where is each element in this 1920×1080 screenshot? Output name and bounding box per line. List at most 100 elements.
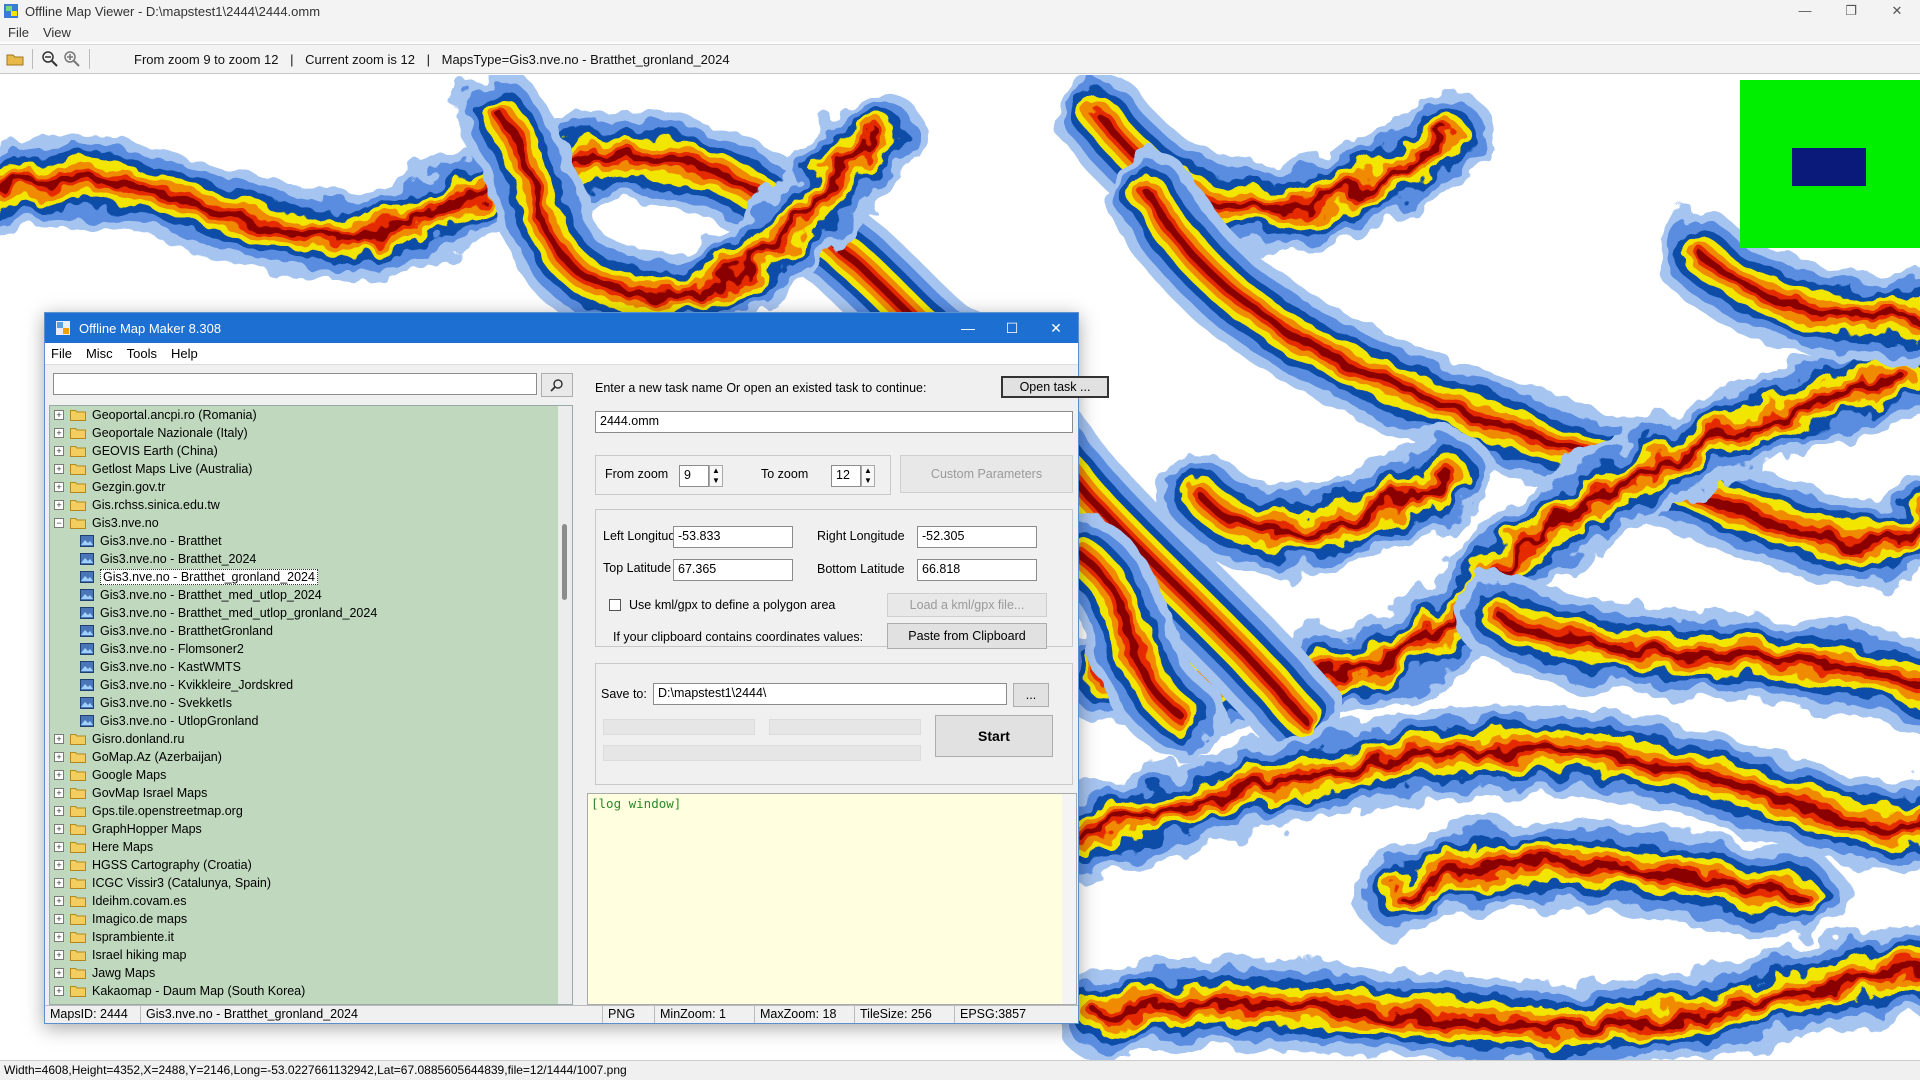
load-kml-button[interactable]: Load a kml/gpx file... bbox=[887, 593, 1047, 617]
tree-item-label: Gis.rchss.sinica.edu.tw bbox=[92, 498, 220, 512]
tree-map-item[interactable]: Gis3.nve.no - Bratthet_med_utlop_gronlan… bbox=[50, 604, 558, 622]
tree-map-item[interactable]: Gis3.nve.no - KastWMTS bbox=[50, 658, 558, 676]
top-latitude-field[interactable]: 67.365 bbox=[673, 559, 793, 581]
tree-provider-item[interactable]: + Gps.tile.openstreetmap.org bbox=[50, 802, 558, 820]
tree-map-item[interactable]: Gis3.nve.no - Flomsoner2 bbox=[50, 640, 558, 658]
expand-toggle-icon[interactable]: + bbox=[54, 770, 64, 780]
left-longitude-field[interactable]: -53.833 bbox=[673, 526, 793, 548]
tree-map-item[interactable]: Gis3.nve.no - Bratthet_gronland_2024 bbox=[50, 568, 558, 586]
expand-toggle-icon[interactable]: + bbox=[54, 950, 64, 960]
expand-toggle-icon[interactable]: + bbox=[54, 428, 64, 438]
from-zoom-field[interactable]: 9 bbox=[679, 465, 709, 487]
expand-toggle-icon[interactable]: + bbox=[54, 824, 64, 834]
tree-scroll-thumb[interactable] bbox=[562, 524, 567, 600]
expand-toggle-icon[interactable]: − bbox=[54, 518, 64, 528]
search-input[interactable] bbox=[53, 373, 538, 395]
tree-provider-item[interactable]: + Gis.rchss.sinica.edu.tw bbox=[50, 496, 558, 514]
expand-toggle-icon[interactable]: + bbox=[54, 842, 64, 852]
tree-provider-item[interactable]: + Jawg Maps bbox=[50, 964, 558, 982]
paste-from-clipboard-button[interactable]: Paste from Clipboard bbox=[887, 623, 1047, 649]
search-button[interactable] bbox=[541, 373, 573, 397]
zoom-in-icon[interactable] bbox=[61, 48, 83, 70]
expand-toggle-icon[interactable]: + bbox=[54, 932, 64, 942]
tree-map-item[interactable]: Gis3.nve.no - Bratthet_2024 bbox=[50, 550, 558, 568]
expand-toggle-icon[interactable]: + bbox=[54, 734, 64, 744]
menu-view[interactable]: View bbox=[43, 25, 71, 40]
tree-provider-item[interactable]: + HGSS Cartography (Croatia) bbox=[50, 856, 558, 874]
menu-help[interactable]: Help bbox=[171, 346, 198, 361]
tree-provider-item[interactable]: + GovMap Israel Maps bbox=[50, 784, 558, 802]
tree-provider-item[interactable]: + Imagico.de maps bbox=[50, 910, 558, 928]
tree-provider-item[interactable]: + Gisro.donland.ru bbox=[50, 730, 558, 748]
tree-provider-item[interactable]: + Here Maps bbox=[50, 838, 558, 856]
zoom-out-icon[interactable] bbox=[39, 48, 61, 70]
browse-button[interactable]: ... bbox=[1013, 683, 1049, 707]
expand-toggle-icon[interactable]: + bbox=[54, 464, 64, 474]
open-folder-icon[interactable] bbox=[4, 48, 26, 70]
log-scrollbar[interactable] bbox=[1062, 794, 1076, 1004]
to-zoom-field[interactable]: 12 bbox=[831, 465, 861, 487]
tree-provider-item[interactable]: + ICGC Vissir3 (Catalunya, Spain) bbox=[50, 874, 558, 892]
minimize-icon[interactable]: — bbox=[1782, 0, 1828, 22]
log-window[interactable]: [log window] bbox=[587, 793, 1077, 1005]
close-icon[interactable]: ✕ bbox=[1874, 0, 1920, 22]
tree-provider-item[interactable]: + Geoportal.ancpi.ro (Romania) bbox=[50, 406, 558, 424]
expand-toggle-icon[interactable]: + bbox=[54, 500, 64, 510]
expand-toggle-icon[interactable]: + bbox=[54, 986, 64, 996]
restore-icon[interactable]: ❐ bbox=[1828, 0, 1874, 22]
menu-file[interactable]: File bbox=[8, 25, 29, 40]
start-button[interactable]: Start bbox=[935, 715, 1053, 757]
expand-toggle-icon[interactable]: + bbox=[54, 878, 64, 888]
tree-map-item[interactable]: Gis3.nve.no - UtlopGronland bbox=[50, 712, 558, 730]
tree-map-item[interactable]: Gis3.nve.no - Bratthet_med_utlop_2024 bbox=[50, 586, 558, 604]
tree-provider-item[interactable]: + Google Maps bbox=[50, 766, 558, 784]
tree-map-item[interactable]: Gis3.nve.no - BratthetGronland bbox=[50, 622, 558, 640]
expand-toggle-icon[interactable]: + bbox=[54, 446, 64, 456]
tree-provider-item[interactable]: + GraphHopper Maps bbox=[50, 820, 558, 838]
tree-provider-item[interactable]: − Gis3.nve.no bbox=[50, 514, 558, 532]
menu-tools[interactable]: Tools bbox=[127, 346, 157, 361]
viewer-titlebar: Offline Map Viewer - D:\mapstest1\2444\2… bbox=[0, 0, 1920, 22]
map-source-tree[interactable]: + Geoportal.ancpi.ro (Romania) + Geoportale… bbox=[49, 405, 573, 1005]
from-zoom-spinner[interactable]: ▲ ▼ bbox=[709, 465, 723, 487]
maximize-icon[interactable]: ☐ bbox=[990, 313, 1034, 343]
tree-map-item[interactable]: Gis3.nve.no - Bratthet bbox=[50, 532, 558, 550]
tree-scrollbar[interactable] bbox=[558, 406, 572, 1004]
open-task-button[interactable]: Open task ... bbox=[1001, 376, 1109, 398]
expand-toggle-icon[interactable]: + bbox=[54, 806, 64, 816]
task-name-field[interactable]: 2444.omm bbox=[595, 411, 1073, 433]
expand-toggle-icon[interactable]: + bbox=[54, 752, 64, 762]
minimize-icon[interactable]: — bbox=[946, 313, 990, 343]
menu-misc[interactable]: Misc bbox=[86, 346, 113, 361]
expand-toggle-icon[interactable]: + bbox=[54, 410, 64, 420]
custom-parameters-button[interactable]: Custom Parameters bbox=[900, 455, 1073, 493]
close-icon[interactable]: ✕ bbox=[1034, 313, 1078, 343]
expand-toggle-icon[interactable]: + bbox=[54, 968, 64, 978]
kml-polygon-checkbox[interactable] bbox=[609, 599, 621, 611]
tree-provider-item[interactable]: + GEOVIS Earth (China) bbox=[50, 442, 558, 460]
overview-viewport-rect[interactable] bbox=[1792, 148, 1866, 186]
right-longitude-field[interactable]: -52.305 bbox=[917, 526, 1037, 548]
to-zoom-spinner[interactable]: ▲ ▼ bbox=[861, 465, 875, 487]
overview-minimap[interactable] bbox=[1740, 80, 1920, 248]
bottom-latitude-field[interactable]: 66.818 bbox=[917, 559, 1037, 581]
tree-provider-item[interactable]: + Geoportale Nazionale (Italy) bbox=[50, 424, 558, 442]
save-path-field[interactable]: D:\mapstest1\2444\ bbox=[653, 683, 1007, 705]
tree-provider-item[interactable]: + Isprambiente.it bbox=[50, 928, 558, 946]
folder-icon bbox=[70, 986, 86, 997]
tree-provider-item[interactable]: + Kakaomap - Daum Map (South Korea) bbox=[50, 982, 558, 1000]
task-settings-pane: Enter a new task name Or open an existed… bbox=[587, 365, 1109, 1005]
menu-file[interactable]: File bbox=[51, 346, 72, 361]
expand-toggle-icon[interactable]: + bbox=[54, 914, 64, 924]
tree-provider-item[interactable]: + Israel hiking map bbox=[50, 946, 558, 964]
tree-provider-item[interactable]: + Getlost Maps Live (Australia) bbox=[50, 460, 558, 478]
tree-provider-item[interactable]: + Gezgin.gov.tr bbox=[50, 478, 558, 496]
expand-toggle-icon[interactable]: + bbox=[54, 788, 64, 798]
tree-provider-item[interactable]: + GoMap.Az (Azerbaijan) bbox=[50, 748, 558, 766]
tree-map-item[interactable]: Gis3.nve.no - SvekketIs bbox=[50, 694, 558, 712]
expand-toggle-icon[interactable]: + bbox=[54, 896, 64, 906]
tree-map-item[interactable]: Gis3.nve.no - Kvikkleire_Jordskred bbox=[50, 676, 558, 694]
expand-toggle-icon[interactable]: + bbox=[54, 482, 64, 492]
expand-toggle-icon[interactable]: + bbox=[54, 860, 64, 870]
tree-provider-item[interactable]: + Ideihm.covam.es bbox=[50, 892, 558, 910]
